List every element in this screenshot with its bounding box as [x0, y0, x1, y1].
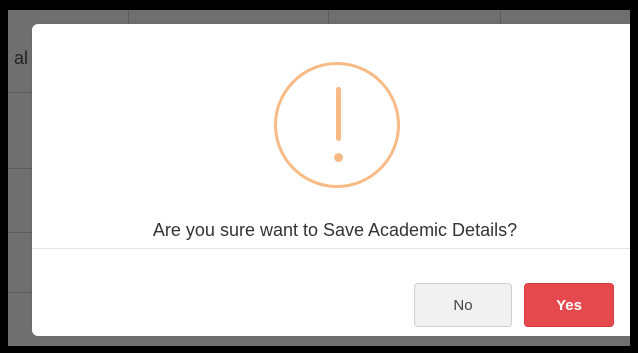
exclamation-circle-icon	[274, 62, 400, 188]
no-button[interactable]: No	[414, 283, 512, 327]
exclamation-bar	[336, 87, 341, 141]
background-partial-text: al	[14, 48, 29, 68]
dialog-message: Are you sure want to Save Academic Detai…	[152, 220, 518, 240]
yes-button[interactable]: Yes	[524, 283, 614, 327]
screen-frame: al Are you sure want to Save Academic De…	[8, 10, 630, 346]
dialog-divider	[32, 248, 630, 249]
confirmation-dialog: Are you sure want to Save Academic Detai…	[32, 24, 630, 336]
exclamation-dot	[334, 153, 343, 162]
